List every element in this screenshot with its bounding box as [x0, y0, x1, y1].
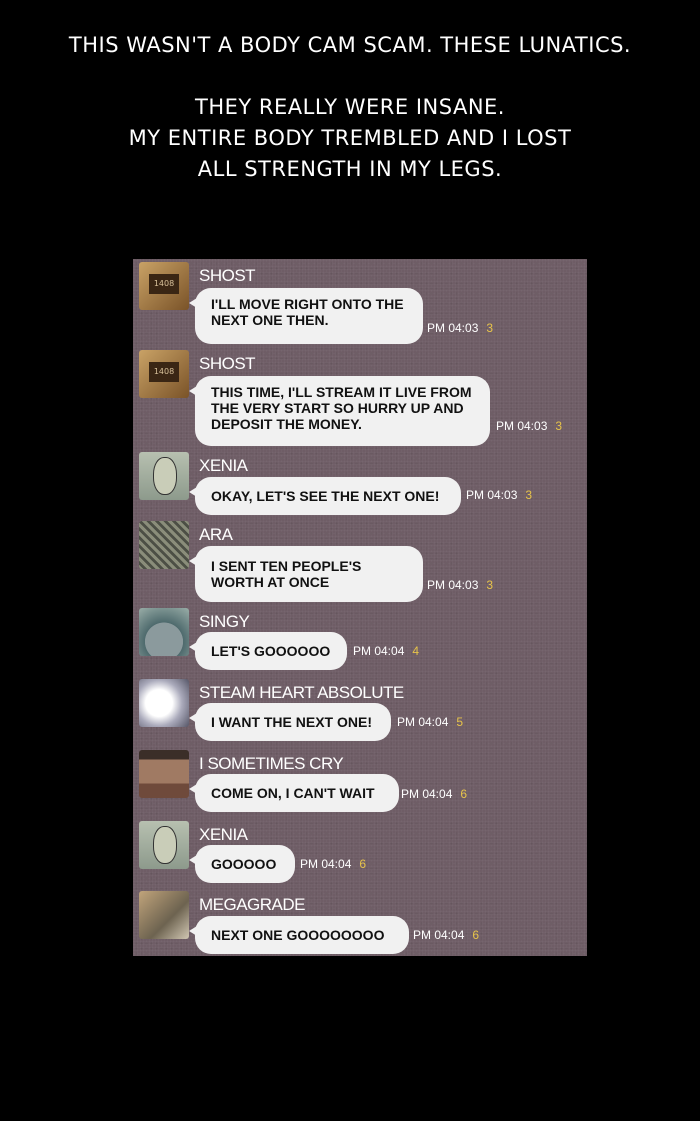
narration-line: ALL STRENGTH IN MY LEGS. — [197, 157, 503, 181]
avatar-face — [153, 826, 177, 864]
sender-name: XENIA — [199, 456, 248, 475]
avatar[interactable]: 1408 — [139, 350, 189, 398]
unread-count: 6 — [460, 787, 468, 801]
avatar-face — [153, 457, 177, 495]
avatar-label: 1408 — [149, 362, 179, 382]
timestamp: PM 04:04 — [401, 787, 453, 801]
message-meta: PM 04:03 3 — [427, 578, 493, 592]
message-bubble: I'LL MOVE RIGHT ONTO THE NEXT ONE THEN. — [189, 288, 423, 344]
unread-count: 4 — [412, 644, 420, 658]
narration-line: THIS WASN'T A BODY CAM SCAM. THESE LUNAT… — [68, 33, 632, 57]
message-bubble: COME ON, I CAN'T WAIT — [189, 774, 399, 812]
message-bubble: NEXT ONE GOOOOOOOO — [189, 916, 409, 954]
message-meta: PM 04:03 3 — [466, 488, 532, 502]
narration-line: MY ENTIRE BODY TREMBLED AND I LOST — [128, 126, 572, 150]
avatar[interactable] — [139, 891, 189, 939]
sender-name: SINGY — [199, 612, 250, 631]
narration-top: THIS WASN'T A BODY CAM SCAM. THESE LUNAT… — [0, 30, 700, 61]
avatar[interactable]: 1408 — [139, 262, 189, 310]
avatar[interactable] — [139, 679, 189, 727]
unread-count: 3 — [555, 419, 563, 433]
narration-main: THEY REALLY WERE INSANE. MY ENTIRE BODY … — [0, 92, 700, 185]
unread-count: 3 — [525, 488, 533, 502]
chat-panel: 1408 SHOST I'LL MOVE RIGHT ONTO THE NEXT… — [133, 259, 587, 956]
unread-count: 5 — [456, 715, 464, 729]
sender-name: ARA — [199, 525, 233, 544]
sender-name: SHOST — [199, 354, 256, 373]
sender-name: I SOMETIMES CRY — [199, 754, 344, 773]
message-meta: PM 04:03 3 — [427, 321, 493, 335]
timestamp: PM 04:03 — [496, 419, 548, 433]
message-meta: PM 04:04 4 — [353, 644, 419, 658]
message-meta: PM 04:04 5 — [397, 715, 463, 729]
unread-count: 6 — [359, 857, 367, 871]
timestamp: PM 04:04 — [353, 644, 405, 658]
message-bubble: GOOOOO — [189, 845, 295, 883]
timestamp: PM 04:04 — [300, 857, 352, 871]
unread-count: 3 — [486, 578, 494, 592]
timestamp: PM 04:03 — [466, 488, 518, 502]
message-bubble: THIS TIME, I'LL STREAM IT LIVE FROM THE … — [189, 376, 490, 446]
avatar[interactable] — [139, 750, 189, 798]
message-bubble: I SENT TEN PEOPLE'S WORTH AT ONCE — [189, 546, 423, 602]
avatar[interactable] — [139, 452, 189, 500]
avatar[interactable] — [139, 521, 189, 569]
message-meta: PM 04:04 6 — [401, 787, 467, 801]
sender-name: XENIA — [199, 825, 248, 844]
narration-line: THEY REALLY WERE INSANE. — [195, 95, 505, 119]
avatar-label: 1408 — [149, 274, 179, 294]
message-bubble: OKAY, LET'S SEE THE NEXT ONE! — [189, 477, 461, 515]
message-meta: PM 04:03 3 — [496, 419, 562, 433]
timestamp: PM 04:04 — [413, 928, 465, 942]
unread-count: 6 — [472, 928, 480, 942]
sender-name: MEGAGRADE — [199, 895, 306, 914]
sender-name: SHOST — [199, 266, 256, 285]
sender-name: STEAM HEART ABSOLUTE — [199, 683, 404, 702]
message-bubble: LET'S GOOOOOO — [189, 632, 347, 670]
message-meta: PM 04:04 6 — [300, 857, 366, 871]
message-meta: PM 04:04 6 — [413, 928, 479, 942]
timestamp: PM 04:03 — [427, 321, 479, 335]
timestamp: PM 04:03 — [427, 578, 479, 592]
unread-count: 3 — [486, 321, 494, 335]
avatar[interactable] — [139, 821, 189, 869]
timestamp: PM 04:04 — [397, 715, 449, 729]
avatar[interactable] — [139, 608, 189, 656]
message-bubble: I WANT THE NEXT ONE! — [189, 703, 391, 741]
